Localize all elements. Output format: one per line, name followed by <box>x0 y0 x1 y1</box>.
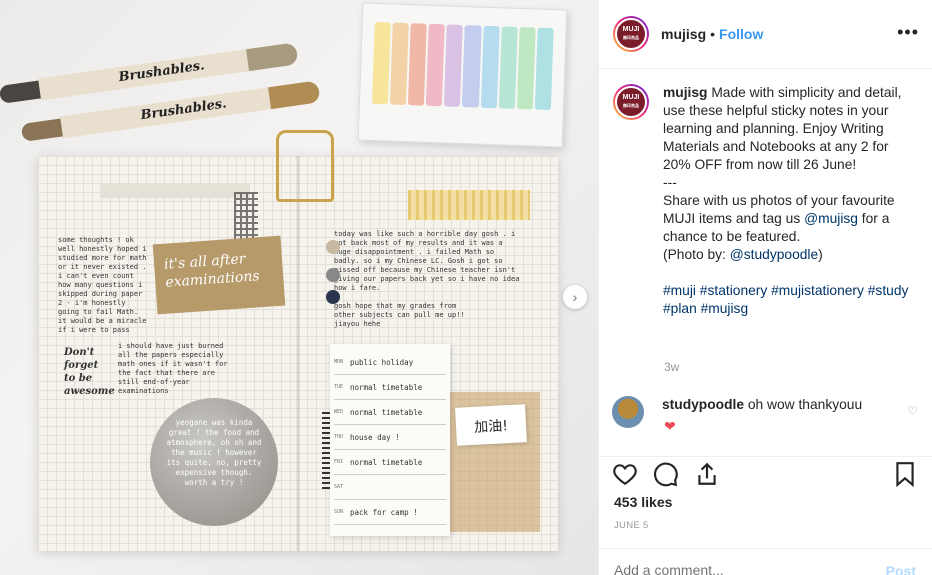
sticky-note-weekly: MON public holiday TUE normal timetable WE… <box>330 344 450 536</box>
avatar-text: MUJI <box>622 26 640 33</box>
avatar: MUJI 無印良品 <box>615 18 647 50</box>
comment-username[interactable]: studypoodle <box>662 397 744 412</box>
tape-roll <box>390 22 409 106</box>
post-age[interactable]: 3w <box>664 360 679 374</box>
note-row: SAT <box>334 475 446 500</box>
action-bar <box>598 456 932 490</box>
photo-credit: (Photo by: @studypoodle) <box>663 247 823 262</box>
washi-strip <box>408 190 530 220</box>
header-separator: • <box>710 26 716 42</box>
comment-icon[interactable] <box>653 461 679 487</box>
comment-input[interactable] <box>614 562 864 575</box>
left-page-notes: some thoughts ! ok well honestly hoped i… <box>58 236 147 334</box>
post-date[interactable]: JUNE 5 <box>614 520 649 531</box>
dont-forget-lettering: Don't forget to be awesome <box>64 347 115 397</box>
washi-strip <box>100 184 250 198</box>
next-arrow-icon: › <box>572 289 578 305</box>
comment-body: oh wow thankyouu <box>747 397 863 412</box>
jiayou-tag: 加油! <box>455 404 527 446</box>
sticker-dot <box>326 268 340 282</box>
binder-clip <box>276 130 334 202</box>
note-row: FRI normal timetable <box>334 450 446 475</box>
post-comment-button[interactable]: Post <box>886 563 916 575</box>
sticker-all-after-examinations: it's all after examinations <box>152 235 286 315</box>
sticker-dot <box>326 240 340 254</box>
tape-roll <box>371 21 391 105</box>
photo-credit-link[interactable]: @studypoodle <box>730 247 818 262</box>
share-icon[interactable] <box>694 461 720 487</box>
caption-gap <box>663 264 913 282</box>
tape-roll <box>408 23 428 106</box>
pen-tip <box>20 118 65 142</box>
note-row: THU house day ! <box>334 425 446 450</box>
commenter-avatar[interactable] <box>612 396 644 428</box>
caption-text: mujisg Made with simplicity and detail, … <box>663 84 913 318</box>
comment-like-heart-icon[interactable]: ♡ <box>907 404 918 418</box>
mention-link[interactable]: @mujisg <box>804 211 858 226</box>
add-comment-bar: Post <box>598 548 932 575</box>
header-username[interactable]: mujisg <box>661 26 706 42</box>
red-heart-emoji-icon: ❤ <box>664 418 676 434</box>
washi-strip <box>322 412 330 492</box>
follow-button[interactable]: Follow <box>719 26 763 42</box>
caption-block: MUJI 無印良品 mujisg Made with simplicity an… <box>613 84 919 318</box>
comment-text: studypoodle oh wow thankyouu <box>662 396 862 428</box>
tape-roll <box>534 27 554 111</box>
caption-dashes: --- <box>663 175 677 190</box>
more-icon[interactable]: ••• <box>897 22 919 43</box>
tape-roll <box>426 23 446 107</box>
notebook-spine <box>296 156 300 551</box>
likes-count[interactable]: 453 likes <box>614 494 672 510</box>
tape-roll <box>516 26 536 110</box>
heart-icon[interactable] <box>612 461 638 487</box>
post-image[interactable]: Brushables. Brushables. it's all after e… <box>0 0 598 575</box>
caption-paragraph-2: Share with us photos of your favourite M… <box>663 193 895 244</box>
avatar-subtext: 無印良品 <box>623 103 639 108</box>
post-header: MUJI 無印良品 mujisg • Follow ••• <box>599 0 932 69</box>
pen-cap <box>268 80 321 110</box>
open-notebook: it's all after examinations some thought… <box>38 156 558 551</box>
tape-roll <box>498 26 518 109</box>
pen-cap <box>246 42 299 72</box>
right-page-notes: today was like such a horrible day gosh … <box>334 230 520 292</box>
tape-roll <box>444 24 464 107</box>
avatar-text: MUJI <box>622 94 640 101</box>
next-image-button[interactable]: › <box>563 285 587 309</box>
note-row: TUE normal timetable <box>334 375 446 400</box>
avatar-subtext: 無印良品 <box>623 35 639 40</box>
avatar-story-ring[interactable]: MUJI 無印良品 <box>613 16 649 52</box>
pen-tip <box>0 80 43 104</box>
note-row: WED normal timetable <box>334 400 446 425</box>
tape-rolls <box>371 21 554 111</box>
tape-roll <box>462 25 482 108</box>
caption-username[interactable]: mujisg <box>663 85 707 100</box>
hashtags[interactable]: #muji #stationery #mujistationery #study… <box>663 282 913 318</box>
caption-paragraph-1: mujisg Made with simplicity and detail, … <box>663 84 913 174</box>
avatar-story-ring[interactable]: MUJI 無印良品 <box>613 84 649 120</box>
note-row: SUN pack for camp ! <box>334 500 446 525</box>
comment-item: studypoodle oh wow thankyouu ♡ ❤ <box>612 396 918 434</box>
avatar: MUJI 無印良品 <box>615 86 647 118</box>
note-row: MON public holiday <box>334 350 446 375</box>
left-page-notes-2: i should have just burned all the papers… <box>118 342 228 395</box>
tape-roll <box>480 25 500 109</box>
right-page-notes-2: gosh hope that my grades from other subj… <box>334 302 465 328</box>
bookmark-icon[interactable] <box>892 461 918 487</box>
moon-journal-circle: yeogane was kinda great ! the food and a… <box>150 398 278 526</box>
washi-tape-box <box>357 2 568 148</box>
sticker-dot <box>326 290 340 304</box>
